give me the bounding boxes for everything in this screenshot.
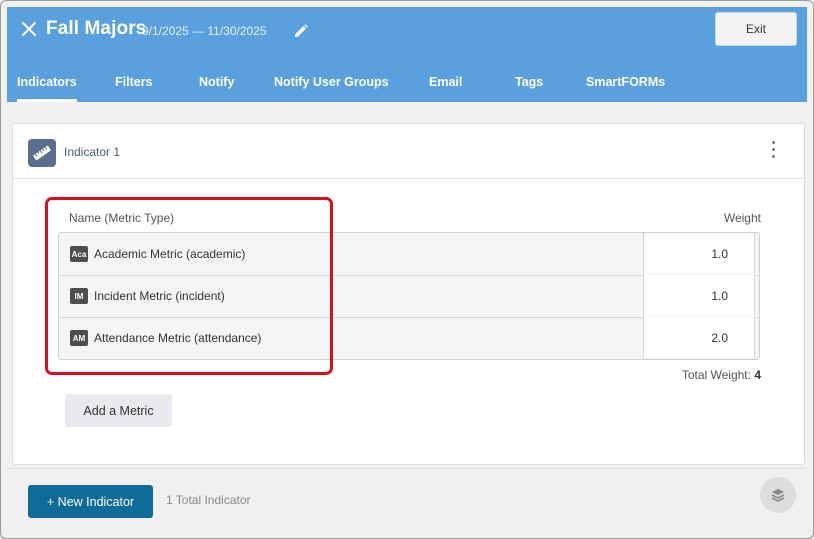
tab-filters[interactable]: Filters	[115, 75, 153, 99]
total-weight-value: 4	[754, 368, 761, 382]
total-weight-label: Total Weight:	[681, 368, 751, 382]
metric-row-academic: Aca Academic Metric (academic) 1.0	[59, 233, 759, 276]
weight-input[interactable]: 2.0	[643, 317, 755, 358]
date-range: 9/1/2025 — 11/30/2025	[142, 24, 267, 38]
header-bar: Fall Majors 9/1/2025 — 11/30/2025 Exit I…	[7, 7, 807, 102]
metric-label: Incident Metric (incident)	[94, 289, 225, 303]
indicator-card-header: Indicator 1	[13, 124, 804, 179]
indicator-card: Indicator 1 Name (Metric Type) Weight Ac…	[12, 123, 805, 465]
column-header-weight: Weight	[723, 211, 761, 225]
academic-metric-icon: Aca	[70, 246, 88, 262]
indicator-name: Indicator 1	[64, 145, 121, 159]
close-icon[interactable]	[21, 21, 37, 37]
weight-value: 2.0	[711, 331, 728, 345]
kebab-menu-icon[interactable]	[770, 141, 776, 161]
layers-icon[interactable]	[760, 477, 796, 513]
add-metric-button[interactable]: Add a Metric	[65, 394, 172, 427]
metrics-table: Aca Academic Metric (academic) 1.0 IM In…	[58, 232, 760, 360]
weight-input[interactable]: 1.0	[643, 233, 755, 274]
weight-input[interactable]: 1.0	[643, 275, 755, 316]
column-header-name: Name (Metric Type)	[69, 211, 175, 225]
metric-label: Attendance Metric (attendance)	[94, 331, 262, 345]
weight-value: 1.0	[711, 247, 728, 261]
metric-row-attendance: AM Attendance Metric (attendance) 2.0	[59, 317, 759, 359]
tab-smartforms[interactable]: SmartFORMs	[586, 75, 665, 99]
tab-bar: Indicators Filters Notify Notify User Gr…	[7, 71, 807, 102]
tab-email[interactable]: Email	[429, 75, 462, 99]
tab-notify-user-groups[interactable]: Notify User Groups	[274, 75, 389, 99]
metric-label: Academic Metric (academic)	[94, 247, 246, 261]
new-indicator-button[interactable]: + New Indicator	[28, 485, 153, 518]
indicator-count: 1 Total Indicator	[166, 493, 251, 507]
total-weight: Total Weight: 4	[682, 368, 761, 382]
weight-value: 1.0	[711, 289, 728, 303]
edit-pencil-icon[interactable]	[294, 24, 308, 38]
tab-notify[interactable]: Notify	[199, 75, 234, 99]
metric-row-incident: IM Incident Metric (incident) 1.0	[59, 275, 759, 318]
app-window: Fall Majors 9/1/2025 — 11/30/2025 Exit I…	[0, 0, 814, 539]
attendance-metric-icon: AM	[70, 330, 88, 346]
ruler-icon	[28, 139, 56, 167]
exit-button[interactable]: Exit	[715, 12, 797, 46]
tab-indicators[interactable]: Indicators	[17, 75, 77, 102]
page-title: Fall Majors	[46, 18, 147, 39]
tab-tags[interactable]: Tags	[515, 75, 543, 99]
incident-metric-icon: IM	[70, 288, 88, 304]
footer-bar: + New Indicator 1 Total Indicator	[7, 468, 807, 533]
